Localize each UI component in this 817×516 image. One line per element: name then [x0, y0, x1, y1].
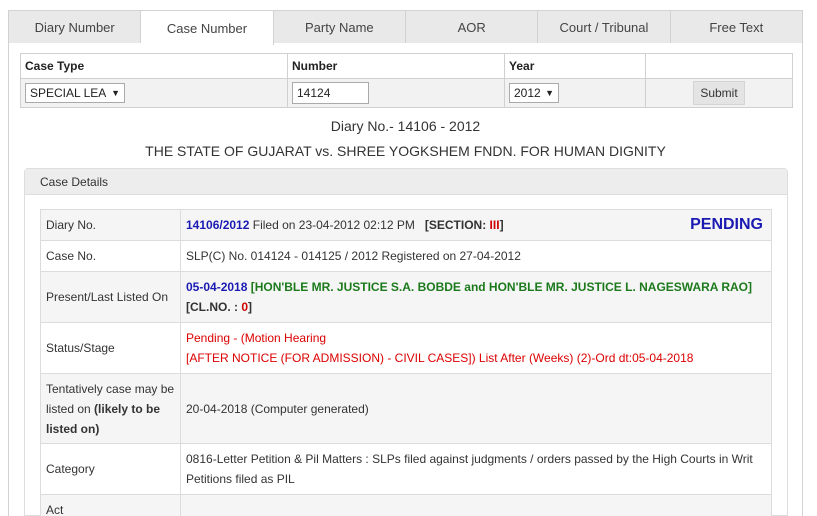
diary-number: 14106/2012 [186, 218, 250, 232]
category-value: 0816-Letter Petition & Pil Matters : SLP… [180, 443, 772, 495]
chevron-down-icon: ▼ [545, 88, 554, 98]
diary-filed: Filed on 23-04-2012 02:12 PM [249, 218, 415, 232]
listed-label: Present/Last Listed On [40, 271, 181, 323]
diary-value: 14106/2012 Filed on 23-04-2012 02:12 PM … [180, 209, 772, 241]
table-row: Case No. SLP(C) No. 014124 - 014125 / 20… [40, 240, 772, 272]
case-parties: THE STATE OF GUJARAT vs. SHREE YOGKSHEM … [145, 143, 666, 159]
tab-diary-number[interactable]: Diary Number [9, 11, 142, 43]
case-type-cell: SPECIAL LEA ▼ [20, 78, 288, 108]
listed-date: 05-04-2018 [186, 280, 248, 294]
clno-suffix: ] [248, 300, 253, 314]
tab-aor[interactable]: AOR [406, 11, 539, 43]
case-type-header: Case Type [20, 53, 288, 79]
tentative-value-cell: 20-04-2018 (Computer generated) [180, 373, 772, 444]
status-value: Pending - (Motion Hearing [AFTER NOTICE … [180, 322, 772, 374]
case-type-select[interactable]: SPECIAL LEA ▼ [25, 83, 125, 103]
chevron-down-icon: ▼ [111, 88, 120, 98]
clno-value: 0 [241, 300, 249, 314]
listed-bench: [HON'BLE MR. JUSTICE S.A. BOBDE and HON'… [250, 280, 753, 294]
section-prefix: [SECTION: [424, 218, 490, 232]
number-header: Number [287, 53, 505, 79]
submit-cell: Submit [645, 78, 793, 108]
status-line-1: Pending - (Motion Hearing [186, 331, 327, 345]
year-select[interactable]: 2012 ▼ [509, 83, 559, 103]
blank-header [645, 53, 793, 79]
status-badge: PENDING [690, 216, 763, 233]
case-number-input[interactable]: 14124 [292, 82, 369, 104]
section-suffix: ] [499, 218, 504, 232]
table-row: Status/Stage Pending - (Motion Hearing [… [40, 322, 772, 374]
act-label: Act [40, 494, 181, 516]
case-no-value: SLP(C) No. 014124 - 014125 / 2012 Regist… [180, 240, 772, 272]
case-no-label: Case No. [40, 240, 181, 272]
submit-button[interactable]: Submit [693, 81, 745, 105]
table-row: Diary No. 14106/2012 Filed on 23-04-2012… [40, 209, 772, 241]
case-type-value: SPECIAL LEA [30, 86, 107, 100]
year-value: 2012 [514, 86, 541, 100]
search-tabs: Diary Number Case Number Party Name AOR … [8, 10, 803, 45]
table-row: Act [40, 494, 772, 516]
clno-prefix: [CL.NO. : [186, 300, 242, 314]
category-label: Category [40, 443, 181, 495]
case-search-form: Case Type Number Year SPECIAL LEA ▼ 1412… [20, 53, 793, 108]
table-row: Tentatively case may be listed on (likel… [40, 373, 772, 444]
diary-label: Diary No. [40, 209, 181, 241]
tentative-value: 20-04-2018 (Computer generated) [186, 401, 369, 416]
section-value: III [489, 218, 500, 232]
number-cell: 14124 [287, 78, 505, 108]
table-row: Category 0816-Letter Petition & Pil Matt… [40, 443, 772, 495]
tab-free-text[interactable]: Free Text [671, 11, 802, 43]
status-line-2: [AFTER NOTICE (FOR ADMISSION) - CIVIL CA… [186, 351, 694, 365]
year-cell: 2012 ▼ [504, 78, 646, 108]
year-header: Year [504, 53, 646, 79]
case-details-header: Case Details [25, 169, 787, 195]
act-value [180, 494, 772, 516]
table-row: Present/Last Listed On 05-04-2018 [HON'B… [40, 271, 772, 323]
case-details-table: Diary No. 14106/2012 Filed on 23-04-2012… [40, 209, 772, 516]
listed-value: 05-04-2018 [HON'BLE MR. JUSTICE S.A. BOB… [180, 271, 772, 323]
tab-case-number[interactable]: Case Number [141, 11, 274, 45]
tentative-label: Tentatively case may be listed on (likel… [40, 373, 181, 444]
status-label: Status/Stage [40, 322, 181, 374]
tab-party-name[interactable]: Party Name [274, 11, 406, 43]
tab-court-tribunal[interactable]: Court / Tribunal [538, 11, 671, 43]
diary-title: Diary No.- 14106 - 2012 [330, 118, 481, 134]
